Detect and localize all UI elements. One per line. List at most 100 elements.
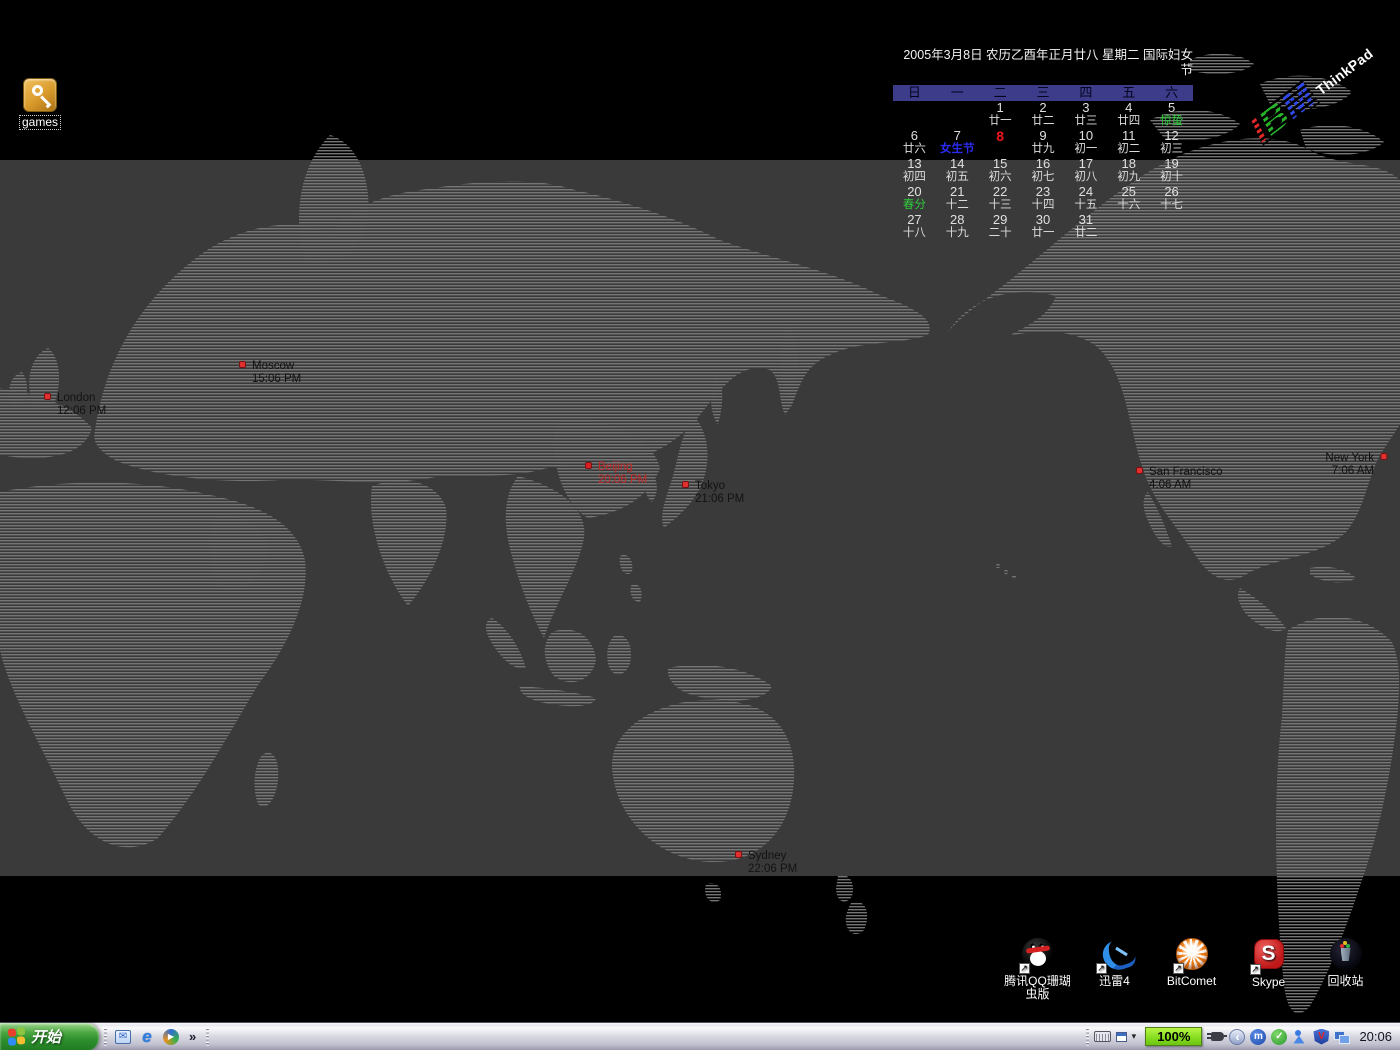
city-name: Beijing [598, 461, 647, 474]
city-label-tokyo: Tokyo 21:06 PM [682, 480, 744, 506]
calendar-day-16: 16初七 [1022, 157, 1065, 185]
city-marker-icon [239, 361, 246, 368]
power-plug-icon[interactable] [1211, 1032, 1224, 1041]
city-label-new-york: New York 7:06 AM [1325, 452, 1387, 478]
ibm-wordmark: IBM [1245, 79, 1320, 146]
desktop-icon-label: 迅雷4 [1097, 975, 1132, 988]
city-marker-icon [585, 462, 592, 469]
tray-handle[interactable] [1086, 1028, 1089, 1046]
calendar-empty-cell [893, 101, 936, 129]
calendar-title: 2005年3月8日 农历乙酉年正月廿八 星期二 国际妇女节 [893, 48, 1193, 78]
calendar-weekday: 二 [979, 85, 1022, 101]
calendar-day-2: 2廿二 [1022, 101, 1065, 129]
desktop-shortcut-qq-penguin[interactable]: ↗ 腾讯QQ珊瑚虫版 [999, 938, 1076, 1001]
desktop-icon-label: 回收站 [1325, 975, 1365, 988]
language-options-caret-icon[interactable]: ▾ [1132, 1031, 1137, 1042]
city-time: 20:06 PM [598, 474, 647, 487]
quick-launch-bar: ✉ e ▶ » [112, 1028, 201, 1046]
city-time: 15:06 PM [252, 373, 301, 386]
ibm-thinkpad-logo: IBM ThinkPad [1232, 38, 1400, 143]
shortcuts-row: ↗ 腾讯QQ珊瑚虫版 ↗ 迅雷4 ↗ BitComet S ↗ Skype 回收… [999, 938, 1384, 1001]
city-time: 22:06 PM [748, 863, 797, 876]
city-label-beijing: Beijing 20:06 PM [585, 461, 647, 487]
city-label-london: London 12:06 PM [44, 392, 106, 418]
calendar-day-23: 23十四 [1022, 185, 1065, 213]
shortcut-arrow-icon: ↗ [1250, 964, 1261, 975]
calendar-day-28: 28十九 [936, 213, 979, 241]
keyboard-icon[interactable] [1094, 1031, 1111, 1042]
calendar-day-26: 26十七 [1150, 185, 1193, 213]
desktop-icon-games[interactable]: games [10, 78, 70, 130]
calendar-day-31: 31廿二 [1064, 213, 1107, 241]
outlook-express-icon[interactable]: ✉ [114, 1028, 132, 1046]
messenger-icon[interactable] [1292, 1029, 1308, 1045]
city-marker-icon [1380, 453, 1387, 460]
quick-launch-overflow-chevron[interactable]: » [186, 1029, 199, 1044]
calendar-empty-cell [936, 101, 979, 129]
city-marker-icon [735, 851, 742, 858]
city-name: New York [1325, 452, 1374, 465]
desktop-icon-label: games [19, 115, 61, 130]
shield-v-icon[interactable]: V [1313, 1029, 1329, 1045]
calendar-weekday: 四 [1064, 85, 1107, 101]
calendar-weekday-row: 日一二三四五六 [893, 85, 1193, 101]
calendar-weekday: 六 [1150, 85, 1193, 101]
calendar-weekday: 一 [936, 85, 979, 101]
maxthon-icon[interactable]: m [1250, 1029, 1266, 1045]
taskbar-handle[interactable] [206, 1028, 209, 1046]
calendar-day-9: 9廿九 [1022, 129, 1065, 157]
city-marker-icon [44, 393, 51, 400]
city-name: London [57, 392, 106, 405]
city-label-san-francisco: San Francisco 4:06 AM [1136, 466, 1223, 492]
calendar-day-22: 22十三 [979, 185, 1022, 213]
calendar-day-10: 10初一 [1064, 129, 1107, 157]
calendar-day-20: 20春分 [893, 185, 936, 213]
internet-explorer-icon[interactable]: e [138, 1028, 156, 1046]
calendar-empty-cell [1107, 213, 1150, 241]
desktop-shortcut-skype[interactable]: S ↗ Skype [1230, 938, 1307, 1001]
city-label-moscow: Moscow 15:06 PM [239, 360, 301, 386]
city-name: Sydney [748, 850, 797, 863]
calendar-day-24: 24十五 [1064, 185, 1107, 213]
calendar-day-13: 13初四 [893, 157, 936, 185]
tray-clock: 20:06 [1359, 1029, 1392, 1044]
city-name: San Francisco [1149, 466, 1223, 479]
network-connection-icon[interactable] [1334, 1029, 1350, 1045]
desktop-icon-label: 腾讯QQ珊瑚虫版 [999, 975, 1076, 1001]
calendar-day-14: 14初五 [936, 157, 979, 185]
desktop-shortcut-thunder[interactable]: ↗ 迅雷4 [1076, 938, 1153, 1001]
desktop-icon-label: Skype [1250, 976, 1287, 989]
calendar-day-3: 3廿三 [1064, 101, 1107, 129]
thinkpad-wordmark: ThinkPad [1313, 45, 1377, 100]
taskbar: 开始 ✉ e ▶ » ▾ 100% ‹ m ✓ V 20:06 [0, 1022, 1400, 1050]
city-time: 21:06 PM [695, 493, 744, 506]
start-button-label: 开始 [31, 1026, 61, 1047]
media-player-icon[interactable]: ▶ [162, 1028, 180, 1046]
city-name: Tokyo [695, 480, 744, 493]
calendar-day-8: 8 [979, 129, 1022, 157]
windows-flag-icon [8, 1027, 25, 1046]
start-button[interactable]: 开始 [0, 1023, 99, 1050]
collapse-chevron-icon[interactable]: ‹ [1229, 1029, 1245, 1045]
city-time: 12:06 PM [57, 405, 106, 418]
city-label-sydney: Sydney 22:06 PM [735, 850, 797, 876]
calendar-day-7: 7女生节 [936, 129, 979, 157]
desktop-shortcut-recycle-bin[interactable]: 回收站 [1307, 938, 1384, 1001]
calendar-day-12: 12初三 [1150, 129, 1193, 157]
calendar-widget: 2005年3月8日 农历乙酉年正月廿八 星期二 国际妇女节 日一二三四五六 1廿… [893, 48, 1193, 241]
city-marker-icon [1136, 467, 1143, 474]
calendar-day-30: 30廿一 [1022, 213, 1065, 241]
calendar-day-19: 19初十 [1150, 157, 1193, 185]
antivirus-check-icon[interactable]: ✓ [1271, 1029, 1287, 1045]
calendar-weekday: 日 [893, 85, 936, 101]
calendar-day-6: 6廿六 [893, 129, 936, 157]
quick-launch-handle[interactable] [104, 1028, 107, 1046]
calendar-day-29: 29二十 [979, 213, 1022, 241]
calendar-empty-cell [1150, 213, 1193, 241]
calendar-day-1: 1廿一 [979, 101, 1022, 129]
calendar-day-21: 21十二 [936, 185, 979, 213]
desktop-shortcut-bitcomet[interactable]: ↗ BitComet [1153, 938, 1230, 1001]
language-bar-icon[interactable] [1116, 1032, 1127, 1042]
key-icon [23, 78, 57, 112]
battery-meter[interactable]: 100% [1145, 1027, 1202, 1046]
